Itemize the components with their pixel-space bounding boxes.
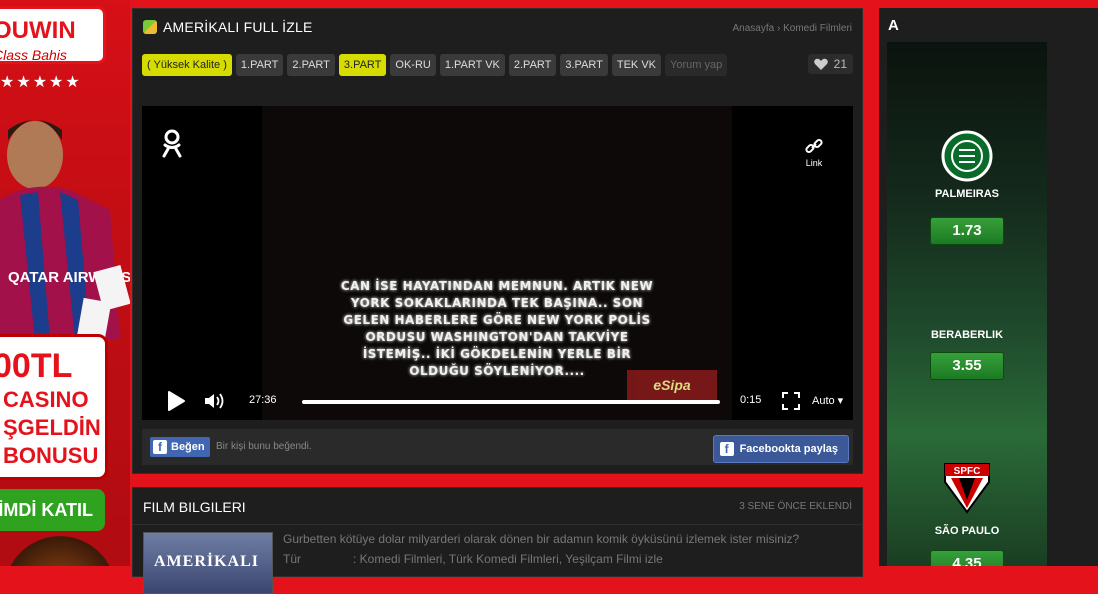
genre-label: Tür [283, 552, 301, 566]
ad-bonus-line: BONUSU [3, 443, 99, 468]
like-counter[interactable]: 21 [807, 54, 853, 74]
ad-brand-box: OUWIN Class Bahis [0, 6, 106, 64]
like-count: 21 [833, 57, 847, 71]
facebook-like-button[interactable]: f Beğen [150, 437, 210, 457]
link-button[interactable]: Link [799, 136, 829, 168]
tab-part-3-vk[interactable]: 3.PART [560, 54, 608, 76]
ad-bonus-amount: 00TL [0, 347, 73, 385]
tab-ok-ru[interactable]: OK-RU [390, 54, 436, 76]
quality-select[interactable]: Auto ▾ [812, 394, 843, 407]
video-player[interactable]: CAN İSE HAYATINDAN MEMNUN. ARTIK NEW YOR… [142, 106, 853, 420]
sao-paulo-logo-icon: SPFC [944, 463, 990, 514]
odds-button[interactable]: 4.35 [931, 551, 1003, 566]
like-status-text: Bir kişi bunu beğendi. [216, 441, 312, 452]
video-subtitle: CAN İSE HAYATINDAN MEMNUN. ARTIK NEW YOR… [262, 278, 732, 380]
palmeiras-logo-icon [941, 130, 993, 182]
film-poster[interactable]: AMERİKALI [143, 532, 273, 594]
sidebar-blank [1047, 42, 1098, 566]
film-info-panel: FILM BILGILERI 3 SENE ÖNCE EKLENDİ AMERİ… [132, 487, 863, 594]
breadcrumb[interactable]: Anasayfa › Komedi Filmleri [733, 23, 852, 34]
added-date: 3 SENE ÖNCE EKLENDİ [739, 501, 852, 512]
part-tabs: ( Yüksek Kalite ) 1.PART 2.PART 3.PART O… [142, 54, 728, 76]
odds-button[interactable]: 3.55 [931, 353, 1003, 379]
ad-brand-name: OUWIN [0, 17, 76, 44]
volume-icon[interactable] [204, 392, 226, 410]
ad-bonus-line: ŞGELDİN [3, 415, 101, 440]
right-sidebar: A PALMEIRAS 1.73 BERABERLIK 3.55 SPFC SÃ… [879, 8, 1098, 566]
ad-bonus-box: 00TL CASINO ŞGELDİN BONUSU [0, 334, 108, 480]
current-time: 27:36 [249, 394, 277, 406]
subtitle-line: CAN İSE HAYATINDAN MEMNUN. ARTIK NEW [340, 279, 654, 293]
share-button-label: Facebookta paylaş [739, 443, 838, 455]
seek-bar[interactable] [302, 400, 720, 404]
facebook-icon: f [153, 440, 167, 454]
link-icon [805, 138, 823, 154]
tab-part-3[interactable]: 3.PART [338, 54, 387, 76]
poster-title: AMERİKALI [154, 553, 260, 570]
social-bar: f Beğen Bir kişi bunu beğendi. f Faceboo… [142, 429, 853, 465]
film-title: AMERİKALI FULL İZLE [163, 19, 313, 35]
tab-part-2[interactable]: 2.PART [287, 54, 335, 76]
film-icon [143, 20, 157, 34]
video-controls: 27:36 0:15 Auto ▾ [142, 382, 853, 420]
subtitle-line: ORDUSU WASHINGTON'DAN TAKVİYE [365, 330, 629, 344]
tab-part-2-vk[interactable]: 2.PART [508, 54, 557, 76]
film-info-title: FILM BILGILERI [143, 499, 246, 515]
ad-roulette-image [0, 532, 130, 566]
team-name: PALMEIRAS [935, 188, 999, 200]
ad-tagline: Class Bahis [0, 47, 67, 63]
ad-player-image: QATAR AIRWAYS [0, 120, 130, 343]
odds-button[interactable]: 1.73 [931, 218, 1003, 244]
ad-rating-stars: ★★★★★ [0, 74, 82, 91]
subtitle-line: GELEN HABERLERE GÖRE NEW YORK POLİS [343, 313, 651, 327]
left-casino-ad[interactable]: OUWIN Class Bahis ★★★★★ QATAR AIRWAYS 00… [0, 0, 130, 566]
tab-part-1[interactable]: 1.PART [235, 54, 284, 76]
tab-tek-vk[interactable]: TEK VK [611, 54, 661, 76]
heart-icon [813, 58, 828, 70]
ad-bonus-line: CASINO [3, 387, 89, 412]
remaining-time: 0:15 [740, 394, 762, 406]
fullscreen-icon[interactable] [782, 392, 800, 410]
team-name: BERABERLIK [930, 329, 1004, 341]
like-button-label: Beğen [171, 441, 205, 453]
divider [133, 524, 862, 525]
tab-yorum-yap[interactable]: Yorum yap [665, 54, 728, 76]
link-label: Link [805, 158, 823, 168]
svg-text:SPFC: SPFC [954, 466, 981, 477]
subtitle-line: İSTEMİŞ.. İKİ GÖKDELENİN YERLE BİR [362, 347, 632, 361]
tab-yuksek-kalite[interactable]: ( Yüksek Kalite ) [142, 54, 232, 76]
sidebar-title: A [888, 17, 899, 34]
film-description: Gurbetten kötüye dolar milyarderi olarak… [283, 532, 800, 546]
genre-value[interactable]: : Komedi Filmleri, Türk Komedi Filmleri,… [353, 552, 663, 566]
ok-ru-logo-icon[interactable] [160, 128, 184, 160]
ad-join-button[interactable]: İMDİ KATIL [0, 489, 105, 531]
facebook-icon: f [719, 442, 734, 456]
subtitle-line: YORK SOKAKLARINDA TEK BAŞINA.. SON [350, 296, 644, 310]
page-title: AMERİKALI FULL İZLE [143, 19, 313, 35]
play-icon[interactable] [166, 390, 186, 412]
team-name: SÃO PAULO [934, 525, 1000, 537]
video-panel: AMERİKALI FULL İZLE Anasayfa › Komedi Fi… [132, 8, 863, 474]
facebook-share-button[interactable]: f Facebookta paylaş [712, 435, 849, 463]
betting-odds-ad[interactable]: PALMEIRAS 1.73 BERABERLIK 3.55 SPFC SÃO … [887, 42, 1047, 566]
tab-part-1-vk[interactable]: 1.PART VK [439, 54, 505, 76]
